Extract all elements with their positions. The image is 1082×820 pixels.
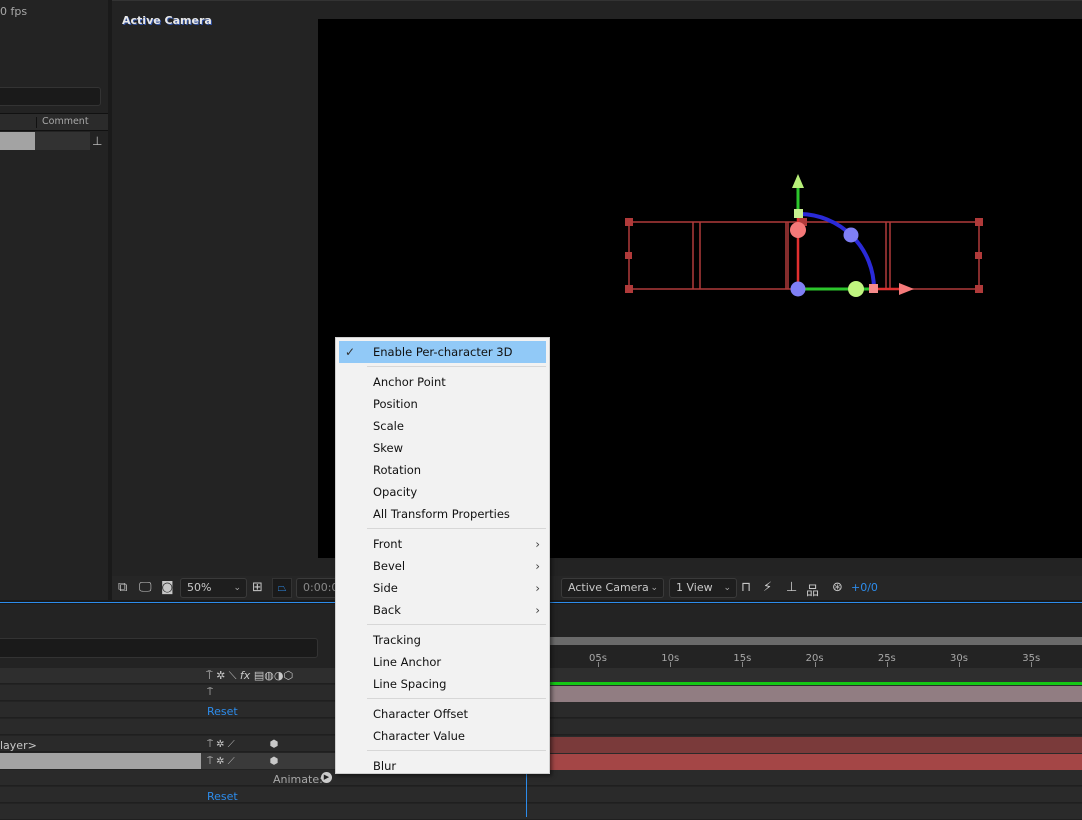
exposure-value[interactable]: +0/0 <box>851 581 878 594</box>
menu-item-label: Scale <box>373 419 404 433</box>
shy-switch[interactable]: ⍑ <box>207 687 213 698</box>
chevron-right-icon: › <box>535 559 540 573</box>
menu-item-side[interactable]: Side › <box>339 577 546 599</box>
ruler-tick <box>959 662 960 667</box>
menu-item-character-offset[interactable]: Character Offset <box>339 703 546 725</box>
quality-icon[interactable]: ⟍ <box>229 669 237 682</box>
collapse-icon[interactable]: ✲ <box>216 669 225 682</box>
selected-layer-name[interactable] <box>0 753 201 769</box>
menu-item-scale[interactable]: Scale <box>339 415 546 437</box>
menu-item-bevel[interactable]: Bevel › <box>339 555 546 577</box>
menu-separator <box>367 624 546 625</box>
layer-bar[interactable] <box>548 737 1082 753</box>
menu-item-label: Anchor Point <box>373 375 446 389</box>
chevron-right-icon: › <box>535 581 540 595</box>
zoom-dropdown[interactable]: 50% ⌄ <box>180 578 247 598</box>
snapshot-icon[interactable]: ⧉ <box>118 580 127 595</box>
menu-item-skew[interactable]: Skew <box>339 437 546 459</box>
menu-item-label: Line Spacing <box>373 677 447 691</box>
menu-item-enable-per-character-3d[interactable]: ✓ Enable Per-character 3D <box>339 341 546 363</box>
menu-item-label: All Transform Properties <box>373 507 510 521</box>
layer-name[interactable]: layer> <box>0 739 37 752</box>
fx-icon[interactable]: fx <box>240 669 250 682</box>
x-arrow <box>899 283 914 295</box>
menu-item-label: Tracking <box>373 633 421 647</box>
menu-item-character-value[interactable]: Character Value <box>339 725 546 747</box>
menu-item-label: Blur <box>373 759 397 773</box>
menu-separator <box>367 750 546 751</box>
fast-preview-icon[interactable]: ⚡ <box>763 580 772 595</box>
menu-item-label: Enable Per-character 3D <box>373 345 513 359</box>
menu-item-position[interactable]: Position <box>339 393 546 415</box>
menu-item-label: Rotation <box>373 463 422 477</box>
3d-layer-icon[interactable]: ⬡ <box>283 669 293 682</box>
menu-item-label: Character Value <box>373 729 466 743</box>
timeline-row[interactable] <box>0 787 1082 803</box>
y-arrow <box>792 174 804 188</box>
monitor-icon[interactable]: 🖵 <box>139 580 152 595</box>
menu-item-back[interactable]: Back › <box>339 599 546 621</box>
menu-item-label: Bevel <box>373 559 406 573</box>
menu-separator <box>367 528 546 529</box>
shy-icon[interactable]: ⍑ <box>206 669 213 682</box>
reset-link[interactable]: Reset <box>207 705 238 718</box>
current-time-indicator[interactable] <box>526 770 527 817</box>
timeline-row[interactable] <box>0 804 1082 820</box>
menu-item-tracking[interactable]: Tracking <box>339 629 546 651</box>
menu-item-label: Line Anchor <box>373 655 442 669</box>
menu-item-blur[interactable]: Blur <box>339 755 546 777</box>
transparency-grid-button[interactable]: ⏢ <box>272 578 292 598</box>
menu-item-line-anchor[interactable]: Line Anchor <box>339 651 546 673</box>
mask-view-icon[interactable]: ◙ <box>161 580 174 595</box>
flowchart-icon[interactable]: 品 <box>806 580 819 599</box>
checkmark-icon: ✓ <box>345 345 356 359</box>
work-area-bar[interactable] <box>550 637 1082 645</box>
ruler-tick <box>814 662 816 667</box>
menu-separator <box>367 698 546 699</box>
motion-blur-icon[interactable]: ◍ <box>264 669 274 682</box>
animate-label: Animate: <box>273 773 323 786</box>
menu-item-all-transform-properties[interactable]: All Transform Properties <box>339 503 546 525</box>
work-area-range[interactable] <box>548 682 1082 685</box>
menu-separator <box>367 366 546 367</box>
layer-bar-mauve[interactable] <box>548 686 1082 702</box>
ruler-tick <box>598 662 599 667</box>
reset-view-icon[interactable]: ⊓ <box>741 580 751 595</box>
exposure-icon[interactable]: ⊛ <box>832 580 843 595</box>
ruler-tick <box>886 662 888 667</box>
switches-header-icons: ⍑ ✲ ⟍ fx ▤◍◑⬡ <box>206 669 293 683</box>
layer-switches[interactable]: ⍑ ✲ ⟋ ⬢ <box>207 756 278 767</box>
camera-dropdown[interactable]: Active Camera ⌄ <box>561 578 664 598</box>
menu-item-opacity[interactable]: Opacity <box>339 481 546 503</box>
chevron-right-icon: › <box>535 537 540 551</box>
menu-item-line-spacing[interactable]: Line Spacing <box>339 673 546 695</box>
ruler-tick <box>742 662 744 667</box>
animate-context-menu: ✓ Enable Per-character 3D Anchor Point Posi… <box>335 337 550 774</box>
frame-blend-icon[interactable]: ▤ <box>254 669 264 682</box>
menu-item-label: Opacity <box>373 485 418 499</box>
rotation-arc <box>799 212 876 290</box>
region-of-interest-icon[interactable]: ⊞ <box>252 580 263 595</box>
ruler-tick <box>1031 662 1033 667</box>
menu-item-label: Front <box>373 537 403 551</box>
menu-item-label: Position <box>373 397 418 411</box>
adjustment-icon[interactable]: ◑ <box>274 669 284 682</box>
chevron-right-icon: › <box>535 603 540 617</box>
ruler-tick <box>670 662 672 667</box>
menu-item-rotation[interactable]: Rotation <box>339 459 546 481</box>
animate-play-icon[interactable]: ▶ <box>321 772 332 783</box>
menu-item-front[interactable]: Front › <box>339 533 546 555</box>
menu-item-anchor-point[interactable]: Anchor Point <box>339 371 546 393</box>
menu-item-label: Back <box>373 603 401 617</box>
menu-item-label: Side <box>373 581 398 595</box>
timeline-search-input[interactable] <box>0 638 318 658</box>
menu-item-label: Skew <box>373 441 404 455</box>
timeline-icon[interactable]: ⊥ <box>786 580 797 595</box>
layer-switches[interactable]: ⍑ ✲ ⟋ ⬢ <box>207 739 278 750</box>
layer-bar-selected[interactable] <box>548 754 1082 770</box>
views-dropdown[interactable]: 1 View ⌄ <box>669 578 737 598</box>
reset-link[interactable]: Reset <box>207 790 238 803</box>
menu-item-label: Character Offset <box>373 707 468 721</box>
